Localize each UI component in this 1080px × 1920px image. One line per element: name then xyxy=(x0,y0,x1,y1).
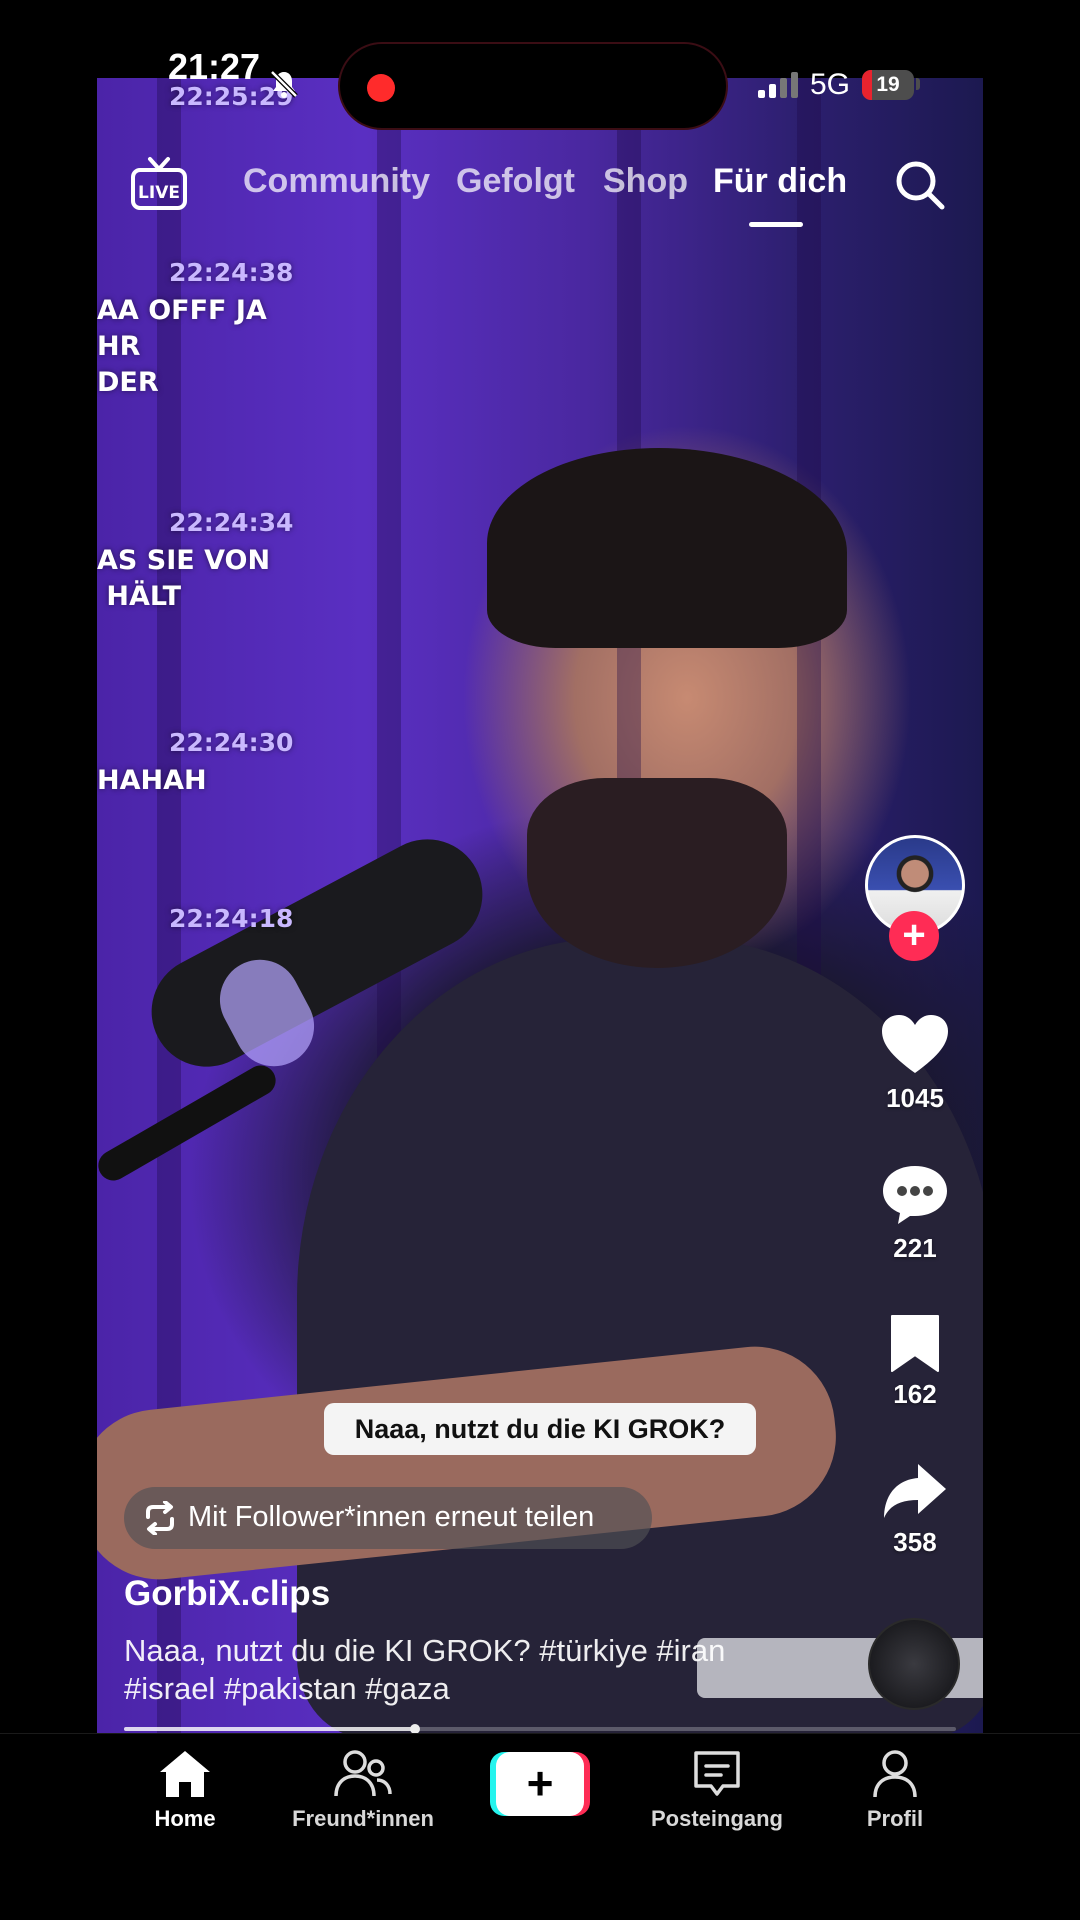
tab-community[interactable]: Community xyxy=(243,162,430,201)
recording-indicator xyxy=(367,74,395,102)
bell-slash-icon xyxy=(270,70,298,98)
bookmark-icon xyxy=(891,1315,939,1372)
chat-timestamp: 22:24:30 xyxy=(169,728,294,757)
nav-inbox[interactable]: Posteingang xyxy=(632,1748,802,1832)
live-icon[interactable]: LIVE xyxy=(130,156,188,212)
chat-timestamp: 22:24:18 xyxy=(169,904,294,933)
friends-icon xyxy=(334,1750,392,1797)
tab-gefolgt[interactable]: Gefolgt xyxy=(456,162,575,201)
repost-button[interactable]: Mit Follower*innen erneut teilen xyxy=(124,1487,652,1549)
tab-shop[interactable]: Shop xyxy=(603,162,688,201)
chat-overlay-entry: 22:24:30 HAHAH xyxy=(97,728,294,799)
follow-button[interactable]: + xyxy=(889,911,939,961)
nav-home-label: Home xyxy=(154,1806,216,1831)
chat-message: AS SIE VON HÄLT xyxy=(97,545,271,612)
home-icon xyxy=(160,1751,210,1797)
nav-profile-label: Profil xyxy=(866,1806,924,1831)
nav-friends-label: Freund*innen xyxy=(292,1806,434,1831)
bookmark-button[interactable]: 162 xyxy=(870,1313,960,1410)
nav-inbox-label: Posteingang xyxy=(650,1806,783,1831)
battery-cap xyxy=(916,78,920,90)
person-beard xyxy=(527,778,787,968)
comment-count: 221 xyxy=(893,1233,937,1263)
inbox-icon xyxy=(694,1751,740,1796)
like-count: 1045 xyxy=(886,1083,944,1113)
share-icon xyxy=(884,1464,946,1518)
nav-home[interactable]: Home xyxy=(100,1748,270,1832)
repost-icon xyxy=(146,1501,174,1535)
person-hair xyxy=(487,448,847,648)
status-bar: 21:27 5G 19 xyxy=(0,20,1080,130)
post-description[interactable]: Naaa, nutzt du die KI GROK? #türkiye #ir… xyxy=(124,1632,764,1708)
video-player[interactable]: 22:25:29 22:24:38 AA OFFF JA HR DER 22:2… xyxy=(97,78,983,1733)
creator-username[interactable]: GorbiX.clips xyxy=(124,1574,330,1614)
chat-message: HAHAH xyxy=(97,765,207,796)
chat-overlay-entry: 22:24:38 AA OFFF JA HR DER xyxy=(97,258,294,401)
network-type: 5G xyxy=(810,68,851,101)
top-nav: LIVE Community Gefolgt Shop Für dich xyxy=(0,140,1080,240)
clock: 21:27 xyxy=(168,46,261,87)
battery-level: 19 xyxy=(876,73,900,96)
profile-icon xyxy=(873,1750,917,1798)
nav-friends[interactable]: Freund*innen xyxy=(278,1748,448,1832)
battery-indicator: 19 xyxy=(862,70,914,100)
share-count: 358 xyxy=(893,1527,937,1557)
comment-icon xyxy=(883,1166,947,1224)
dynamic-island xyxy=(338,42,728,130)
tab-fuer-dich[interactable]: Für dich xyxy=(713,162,847,201)
bookmark-count: 162 xyxy=(893,1379,937,1409)
music-disc[interactable] xyxy=(868,1618,960,1710)
comment-button[interactable]: 221 xyxy=(870,1163,960,1264)
video-progress-fill xyxy=(124,1727,416,1731)
video-caption: Naaa, nutzt du die KI GROK? xyxy=(324,1403,756,1455)
nav-profile[interactable]: Profil xyxy=(810,1748,980,1832)
live-label: LIVE xyxy=(138,183,180,203)
active-tab-indicator xyxy=(749,222,803,227)
like-button[interactable]: 1045 xyxy=(870,1013,960,1114)
repost-label: Mit Follower*innen erneut teilen xyxy=(188,1501,595,1533)
signal-icon xyxy=(758,72,798,98)
chat-timestamp: 22:24:34 xyxy=(169,508,294,537)
plus-icon: + xyxy=(496,1752,584,1816)
chat-timestamp: 22:24:38 xyxy=(169,258,294,287)
chat-overlay-entry: 22:24:34 AS SIE VON HÄLT xyxy=(97,508,294,615)
video-progress-bar[interactable] xyxy=(124,1724,956,1734)
create-button[interactable]: + xyxy=(490,1752,590,1816)
search-icon[interactable] xyxy=(893,158,947,212)
chat-overlay-entry: 22:24:18 xyxy=(169,904,293,933)
share-button[interactable]: 358 xyxy=(870,1461,960,1558)
chat-message: AA OFFF JA HR DER xyxy=(97,295,267,398)
bottom-nav: Home Freund*innen + Posteingang Profil xyxy=(0,1733,1080,1920)
microphone-arm xyxy=(97,1060,282,1186)
heart-icon xyxy=(882,1015,948,1073)
